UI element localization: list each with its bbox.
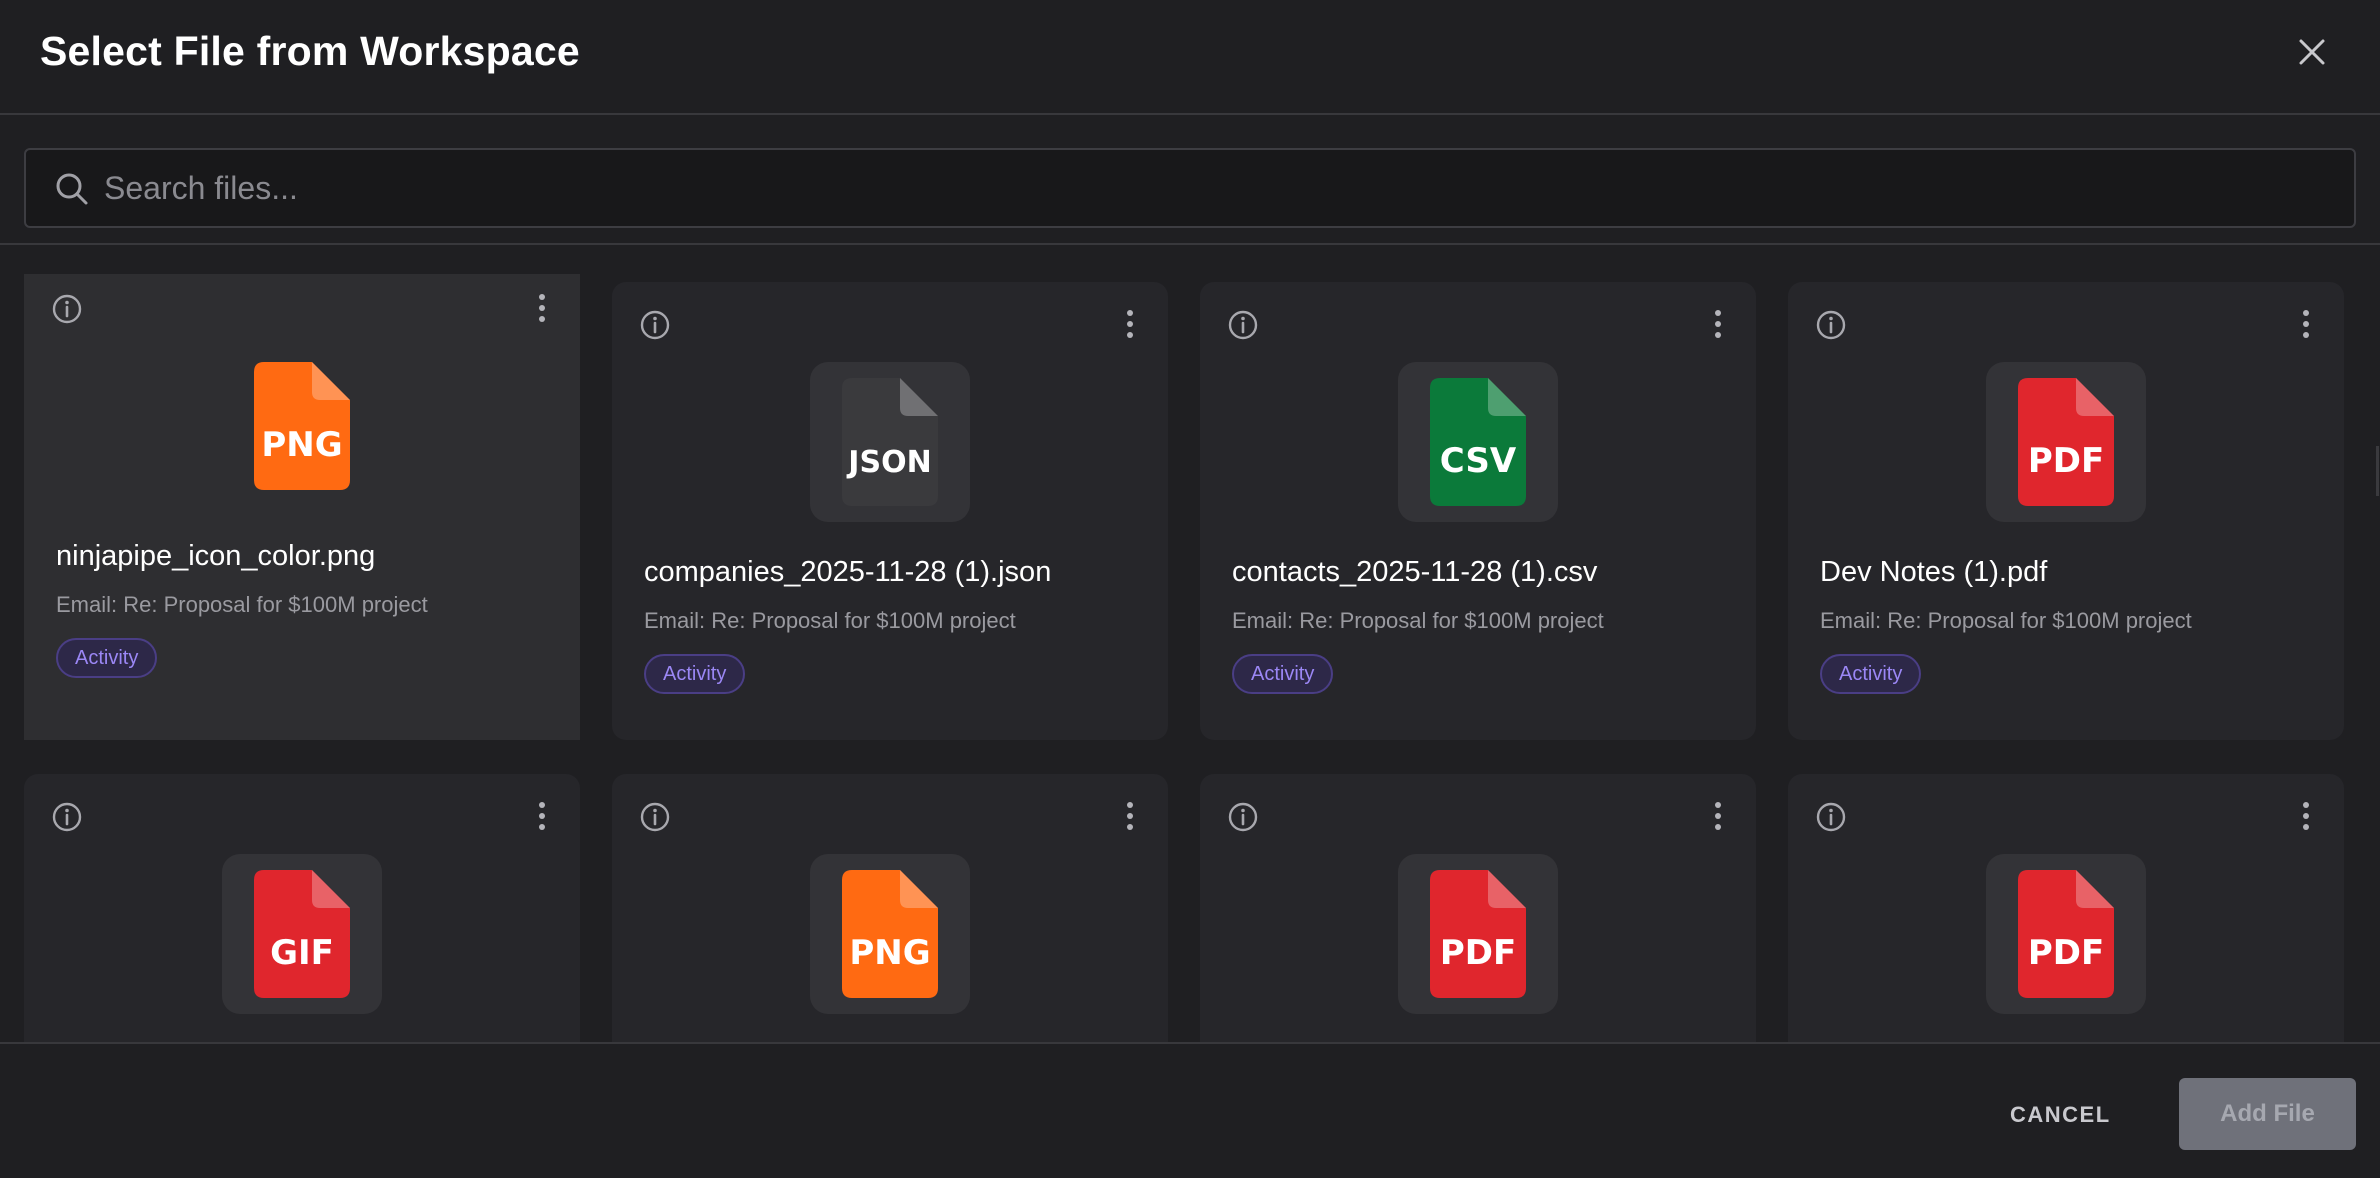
- file-thumbnail: PDF: [1986, 854, 2146, 1014]
- more-vertical-icon: [1127, 802, 1133, 808]
- info-icon: [640, 310, 670, 340]
- file-name: contacts_2025-11-28 (1).csv: [1232, 556, 1598, 588]
- more-vertical-icon: [539, 802, 545, 808]
- more-options-button[interactable]: [1120, 306, 1140, 342]
- file-type-label: CSV: [1440, 441, 1517, 481]
- file-icon: JSON: [842, 378, 938, 506]
- more-options-button[interactable]: [1120, 798, 1140, 834]
- file-thumbnail: CSV: [1398, 362, 1558, 522]
- file-icon: PDF: [1430, 870, 1526, 998]
- info-icon: [640, 802, 670, 832]
- file-name: companies_2025-11-28 (1).json: [644, 556, 1052, 588]
- info-button[interactable]: [1226, 308, 1260, 342]
- file-source: Email: Re: Proposal for $100M project: [56, 592, 428, 617]
- info-button[interactable]: [50, 292, 84, 326]
- file-card[interactable]: PDF: [1788, 774, 2344, 1042]
- info-button[interactable]: [1814, 800, 1848, 834]
- file-icon: PDF: [2018, 378, 2114, 506]
- file-icon: GIF: [254, 870, 350, 998]
- more-options-button[interactable]: [532, 290, 552, 326]
- more-vertical-icon: [1715, 802, 1721, 808]
- file-thumbnail: PDF: [1398, 854, 1558, 1014]
- cancel-button[interactable]: CANCEL: [2010, 1102, 2111, 1128]
- file-thumbnail: JSON: [810, 362, 970, 522]
- file-source: Email: Re: Proposal for $100M project: [1820, 608, 2192, 633]
- more-vertical-icon: [1127, 310, 1133, 316]
- add-file-button[interactable]: Add File: [2179, 1078, 2356, 1150]
- file-thumbnail: GIF: [222, 854, 382, 1014]
- more-vertical-icon: [1715, 310, 1721, 316]
- file-type-label: JSON: [846, 445, 931, 480]
- info-button[interactable]: [1814, 308, 1848, 342]
- info-icon: [1816, 310, 1846, 340]
- file-source: Email: Re: Proposal for $100M project: [1232, 608, 1604, 633]
- file-card[interactable]: PNG ninjapipe_icon_color.png Email: Re: …: [24, 274, 580, 740]
- dialog-title: Select File from Workspace: [40, 28, 580, 74]
- more-options-button[interactable]: [532, 798, 552, 834]
- file-type-label: PDF: [2028, 441, 2104, 481]
- file-card[interactable]: CSV contacts_2025-11-28 (1).csv Email: R…: [1200, 282, 1756, 740]
- file-type-label: PDF: [1440, 933, 1516, 973]
- file-type-label: GIF: [270, 933, 334, 973]
- more-options-button[interactable]: [1708, 798, 1728, 834]
- info-button[interactable]: [638, 800, 672, 834]
- file-thumbnail: PDF: [1986, 362, 2146, 522]
- dialog-header: Select File from Workspace: [0, 0, 2380, 115]
- scrollbar-thumb[interactable]: [2376, 446, 2379, 496]
- more-options-button[interactable]: [2296, 306, 2316, 342]
- more-vertical-icon: [539, 294, 545, 300]
- file-icon: PNG: [842, 870, 938, 998]
- info-button[interactable]: [50, 800, 84, 834]
- info-icon: [1228, 310, 1258, 340]
- file-picker-dialog: Select File from Workspace Search files.…: [0, 0, 2380, 1178]
- search-box: [24, 148, 2356, 228]
- file-card[interactable]: GIF: [24, 774, 580, 1042]
- file-card[interactable]: PDF: [1200, 774, 1756, 1042]
- file-name: ninjapipe_icon_color.png: [56, 540, 376, 572]
- info-icon: [52, 294, 82, 324]
- file-card[interactable]: PNG: [612, 774, 1168, 1042]
- file-type-label: PNG: [261, 425, 342, 465]
- file-icon: PNG: [254, 362, 350, 490]
- file-card[interactable]: JSON companies_2025-11-28 (1).json Email…: [612, 282, 1168, 740]
- file-type-label: PDF: [2028, 933, 2104, 973]
- search-input[interactable]: [104, 158, 2324, 218]
- category-tag: Activity: [56, 638, 158, 678]
- more-options-button[interactable]: [2296, 798, 2316, 834]
- dialog-footer: CANCEL Add File: [0, 1042, 2380, 1178]
- info-icon: [1816, 802, 1846, 832]
- file-type-label: PNG: [849, 933, 930, 973]
- more-vertical-icon: [2303, 310, 2309, 316]
- search-bar: [0, 115, 2380, 245]
- close-icon: [2299, 39, 2325, 65]
- file-name: Dev Notes (1).pdf: [1820, 556, 2048, 588]
- more-vertical-icon: [2303, 802, 2309, 808]
- category-tag: Activity: [1820, 654, 1922, 694]
- info-icon: [1228, 802, 1258, 832]
- more-options-button[interactable]: [1708, 306, 1728, 342]
- category-tag: Activity: [1232, 654, 1334, 694]
- file-icon: CSV: [1430, 378, 1526, 506]
- file-icon: PDF: [2018, 870, 2114, 998]
- file-card[interactable]: PDF Dev Notes (1).pdf Email: Re: Proposa…: [1788, 282, 2344, 740]
- category-tag: Activity: [644, 654, 746, 694]
- close-button[interactable]: [2290, 30, 2334, 74]
- info-icon: [52, 802, 82, 832]
- file-thumbnail: PNG: [810, 854, 970, 1014]
- file-grid: PNG ninjapipe_icon_color.png Email: Re: …: [0, 247, 2380, 1042]
- info-button[interactable]: [1226, 800, 1260, 834]
- file-thumbnail: PNG: [222, 346, 382, 506]
- file-source: Email: Re: Proposal for $100M project: [644, 608, 1016, 633]
- info-button[interactable]: [638, 308, 672, 342]
- search-icon: [56, 173, 88, 205]
